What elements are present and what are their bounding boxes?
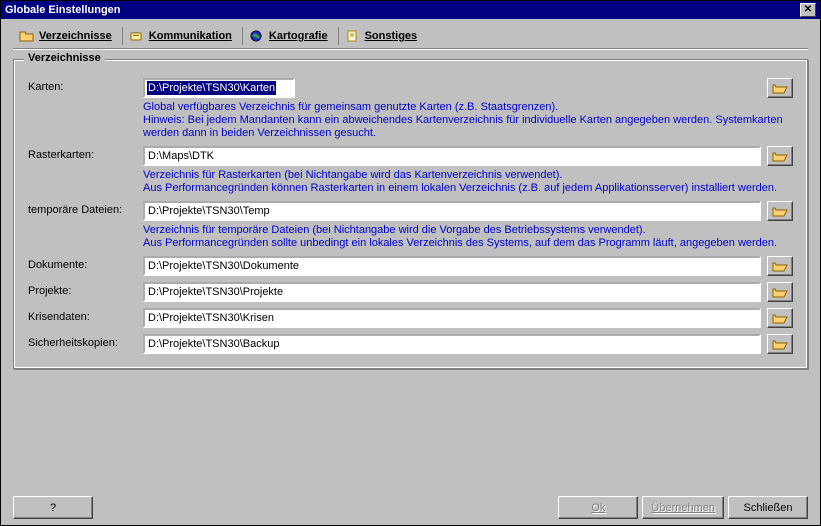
tab-verzeichnisse[interactable]: Verzeichnisse	[13, 27, 118, 45]
folder-open-icon	[772, 205, 788, 218]
folder-open-icon	[772, 338, 788, 351]
hint-rasterkarten: Verzeichnis für Rasterkarten (bei Nichta…	[143, 169, 793, 195]
apply-button[interactable]: Übernehmen	[642, 496, 724, 519]
browse-button-projekte[interactable]	[767, 282, 793, 302]
label-rasterkarten: Rasterkarten:	[28, 146, 143, 161]
label-sicherheit: Sicherheitskopien:	[28, 334, 143, 349]
folder-open-icon	[772, 286, 788, 299]
label-temp: temporäre Dateien:	[28, 201, 143, 216]
label-projekte: Projekte:	[28, 282, 143, 297]
browse-button-dokumente[interactable]	[767, 256, 793, 276]
folder-open-icon	[772, 150, 788, 163]
label-krisendaten: Krisendaten:	[28, 308, 143, 323]
folder-icon	[19, 29, 35, 43]
globe-icon	[249, 29, 265, 43]
tab-kartografie[interactable]: Kartografie	[242, 27, 334, 45]
label-karten: Karten:	[28, 78, 143, 93]
folder-open-icon	[772, 312, 788, 325]
group-verzeichnisse: Verzeichnisse Karten: D:\Projekte\TSN30\…	[13, 59, 808, 369]
tab-label: Kartografie	[269, 30, 328, 42]
folder-open-icon	[772, 260, 788, 273]
footer: ? Ok Übernehmen Schließen	[13, 490, 808, 519]
tab-label: Kommunikation	[149, 30, 232, 42]
input-rasterkarten[interactable]	[143, 146, 761, 166]
tab-sonstiges[interactable]: Sonstiges	[338, 27, 424, 45]
close-icon[interactable]: ✕	[800, 3, 816, 17]
browse-button-sicherheit[interactable]	[767, 334, 793, 354]
selection-highlight: D:\Projekte\TSN30\Karten	[147, 81, 276, 95]
close-button[interactable]: Schließen	[728, 496, 808, 519]
browse-button-krisendaten[interactable]	[767, 308, 793, 328]
window: Globale Einstellungen ✕ Verzeichnisse Ko…	[0, 0, 821, 526]
browse-button-temp[interactable]	[767, 201, 793, 221]
tab-kommunikation[interactable]: Kommunikation	[122, 27, 238, 45]
titlebar: Globale Einstellungen ✕	[1, 1, 820, 19]
hint-temp: Verzeichnis für temporäre Dateien (bei N…	[143, 224, 793, 250]
tab-label: Sonstiges	[365, 30, 418, 42]
input-temp[interactable]	[143, 201, 761, 221]
tab-label: Verzeichnisse	[39, 30, 112, 42]
help-button[interactable]: ?	[13, 496, 93, 519]
group-title: Verzeichnisse	[24, 52, 105, 64]
content: Verzeichnisse Kommunikation Kartografie …	[1, 19, 820, 525]
phone-icon	[129, 29, 145, 43]
input-krisendaten[interactable]	[143, 308, 761, 328]
browse-button-karten[interactable]	[767, 78, 793, 98]
input-sicherheit[interactable]	[143, 334, 761, 354]
input-projekte[interactable]	[143, 282, 761, 302]
folder-open-icon	[772, 82, 788, 95]
hint-karten: Global verfügbares Verzeichnis für gemei…	[143, 101, 793, 140]
tab-bar: Verzeichnisse Kommunikation Kartografie …	[13, 27, 808, 49]
browse-button-rasterkarten[interactable]	[767, 146, 793, 166]
ok-button[interactable]: Ok	[558, 496, 638, 519]
input-dokumente[interactable]	[143, 256, 761, 276]
label-dokumente: Dokumente:	[28, 256, 143, 271]
window-title: Globale Einstellungen	[5, 4, 121, 16]
document-icon	[345, 29, 361, 43]
